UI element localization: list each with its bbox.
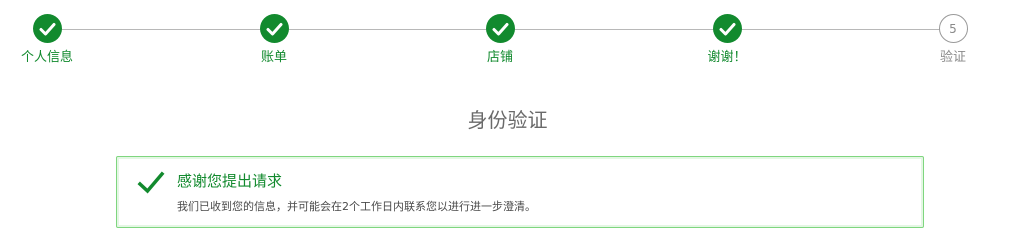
check-icon — [39, 22, 55, 35]
step-complete-badge — [259, 14, 289, 43]
page-title: 身份验证 — [467, 108, 548, 132]
step-verification: 5 验证 — [903, 14, 1003, 66]
step-thanks: 谢谢！ — [677, 14, 777, 66]
step-store: 店铺 — [450, 14, 550, 66]
alert-message: 我们已收到您的信息，并可能会在2个工作日内联系您以进行进一步澄清。 — [177, 200, 536, 213]
check-icon — [266, 22, 282, 35]
step-label: 个人信息 — [20, 50, 73, 65]
step-label: 账单 — [260, 50, 287, 65]
step-complete-badge — [712, 14, 742, 43]
check-icon — [137, 171, 165, 194]
check-icon — [492, 22, 508, 35]
step-complete-badge — [485, 14, 515, 43]
step-number: 5 — [949, 21, 957, 36]
alert-title: 感谢您提出请求 — [177, 172, 283, 190]
step-label: 店铺 — [486, 50, 513, 65]
step-billing: 账单 — [224, 14, 324, 66]
check-icon — [719, 22, 735, 35]
step-personal-info: 个人信息 — [0, 14, 97, 66]
progress-stepper: 个人信息 账单 店铺 谢谢！ 5 验证 — [0, 0, 1015, 80]
step-label: 验证 — [939, 50, 966, 65]
step-label: 谢谢！ — [707, 50, 747, 65]
success-alert: 感谢您提出请求 我们已收到您的信息，并可能会在2个工作日内联系您以进行进一步澄清… — [116, 156, 924, 228]
step-number-badge: 5 — [938, 14, 968, 43]
step-complete-badge — [32, 14, 62, 43]
